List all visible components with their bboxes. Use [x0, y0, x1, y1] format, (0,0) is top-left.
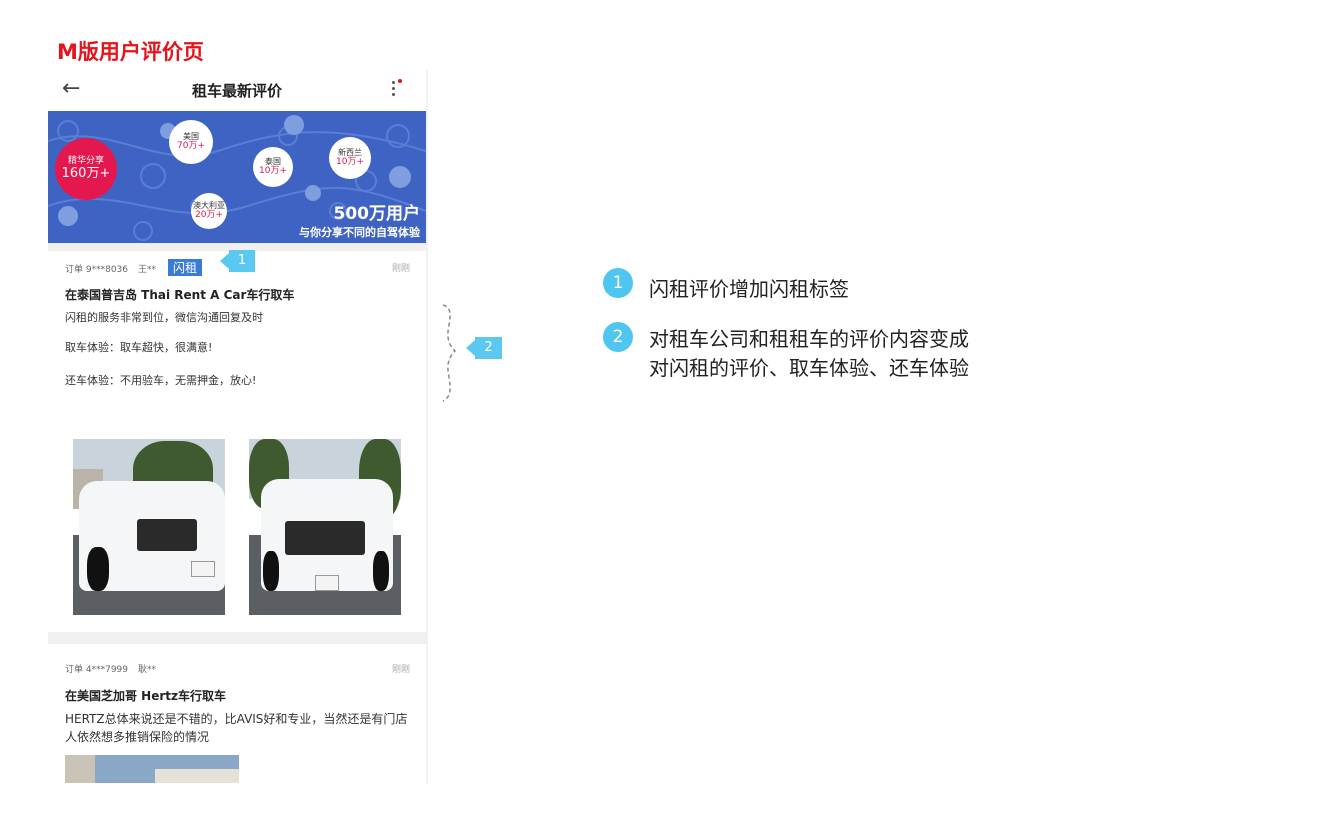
review-card[interactable]: 订单 4***7999 耿** 刚刚 在美国芝加哥 Hertz车行取车 HERTZ…	[48, 644, 426, 784]
page-title: M版用户评价页	[57, 40, 204, 64]
legend-text: 闪租评价增加闪租标签	[649, 277, 849, 301]
order-number: 订单 4***7999	[65, 665, 128, 675]
user-name: 王**	[138, 265, 157, 275]
review-meta: 订单 9***8036 王** 闪租	[65, 259, 212, 276]
legend-text: 对租车公司和租租车的评价内容变成	[649, 327, 969, 351]
banner-bubble-australia: 澳大利亚 20万+	[191, 193, 227, 229]
review-title: 在美国芝加哥 Hertz车行取车	[65, 689, 226, 703]
review-text: HERTZ总体来说还是不错的，比AVIS好和专业，当然还是有门店人依然想多推销保…	[65, 712, 408, 744]
review-card[interactable]: 订单 9***8036 王** 闪租 刚刚 在泰国普吉岛 Thai Rent A C…	[48, 251, 426, 632]
banner-bubble-nz: 新西兰 10万+	[329, 137, 371, 179]
banner-bubble-usa: 美国 70万+	[169, 120, 213, 164]
review-photo[interactable]	[65, 755, 239, 783]
banner-bubble-thailand: 泰国 10万+	[253, 147, 293, 187]
callout-1: 1	[220, 250, 255, 272]
legend-text: 对闪租的评价、取车体验、还车体验	[649, 356, 969, 380]
bracket-icon	[442, 304, 457, 402]
review-title: 在泰国普吉岛 Thai Rent A Car车行取车	[65, 288, 295, 302]
user-name: 耿**	[138, 665, 157, 675]
review-photo[interactable]	[73, 439, 225, 615]
review-line: 取车体验：取车超快，很满意!	[65, 341, 213, 354]
more-menu-icon[interactable]	[392, 78, 402, 98]
promo-banner[interactable]: 精华分享 160万+ 美国 70万+ 泰国 10万+ 新西兰 10万+ 澳大利亚 20万+…	[48, 111, 426, 243]
review-line: 闪租的服务非常到位，微信沟通回复及时	[65, 311, 263, 324]
divider	[48, 632, 426, 644]
nav-bar: ← 租车最新评价	[48, 70, 426, 111]
banner-slogan: 500万用户 与你分享不同的自驾体验	[299, 204, 420, 239]
nav-title: 租车最新评价	[191, 82, 282, 100]
review-meta: 订单 4***7999 耿**	[65, 662, 166, 675]
review-time: 刚刚	[391, 264, 410, 274]
legend-number: 2	[603, 322, 633, 352]
review-line: 还车体验：不用验车，无需押金，放心!	[65, 374, 257, 387]
callout-2: 2	[466, 337, 502, 359]
order-number: 订单 9***8036	[65, 265, 128, 275]
review-photo[interactable]	[249, 439, 401, 615]
flash-rent-tag: 闪租	[168, 259, 203, 276]
legend-number: 1	[603, 268, 633, 298]
mobile-screen: ← 租车最新评价 精华分享 160万+ 美国 70万+ 泰国 10万+ 新西兰 …	[48, 70, 428, 784]
review-time: 刚刚	[391, 665, 410, 675]
banner-bubble-highlight: 精华分享 160万+	[55, 138, 117, 200]
